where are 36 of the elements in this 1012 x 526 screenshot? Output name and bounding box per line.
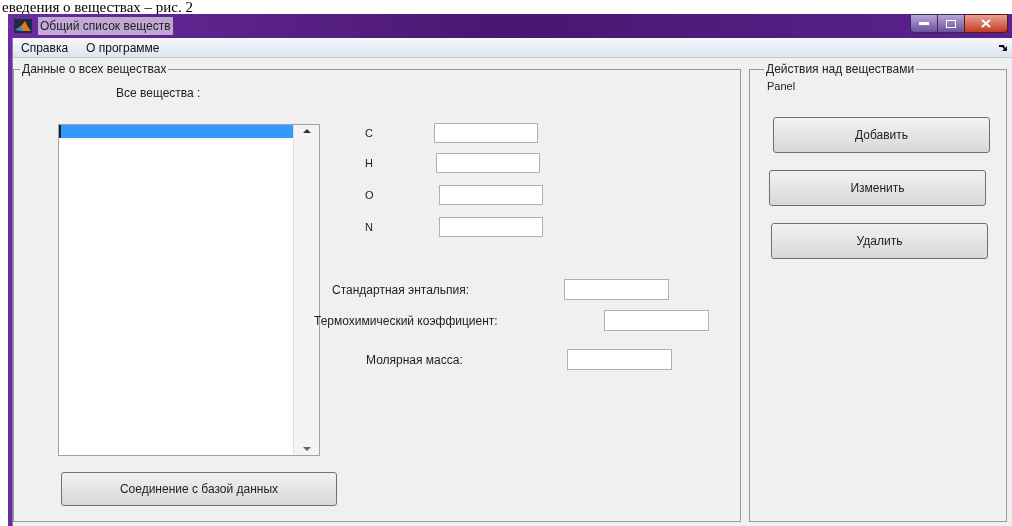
- panel-subtitle: Panel: [767, 79, 796, 94]
- input-field[interactable]: [564, 279, 669, 300]
- field-label: O: [365, 187, 375, 203]
- field-label: Стандартная энтальпия:: [332, 281, 471, 299]
- action-button[interactable]: Добавить: [773, 116, 990, 153]
- maximize-icon: [946, 19, 956, 28]
- close-button[interactable]: [964, 14, 1008, 33]
- field-label: C: [365, 125, 374, 141]
- field-label: Термохимический коэффициент:: [314, 312, 499, 330]
- panel-title: Действия над веществами: [765, 61, 916, 78]
- field-label: N: [365, 219, 374, 235]
- maximize-button[interactable]: [938, 14, 964, 33]
- peak-icon: [14, 19, 32, 33]
- input-field[interactable]: [439, 217, 543, 237]
- close-icon: [981, 19, 991, 28]
- minimize-icon: [919, 22, 929, 25]
- minimize-button[interactable]: [910, 14, 938, 33]
- list-label: Все вещества :: [116, 85, 201, 102]
- document-caption: еведения о веществах – рис. 2: [1, 0, 195, 14]
- window-title: Общий список веществ: [38, 17, 173, 35]
- input-field[interactable]: [567, 349, 672, 370]
- menu-item[interactable]: Справка: [21, 38, 69, 57]
- panel-title: Данные о всех веществах: [21, 61, 168, 78]
- field-label: Молярная масса:: [366, 351, 464, 369]
- field-label: H: [365, 155, 374, 171]
- connect-button[interactable]: Соединение с базой данных: [61, 472, 337, 506]
- down-arrow-icon[interactable]: [302, 447, 311, 451]
- action-button[interactable]: Удалить: [771, 222, 988, 259]
- action-button[interactable]: Изменить: [769, 169, 986, 206]
- input-field[interactable]: [439, 185, 543, 205]
- input-field[interactable]: [434, 123, 538, 143]
- up-arrow-icon[interactable]: [302, 129, 311, 133]
- input-field[interactable]: [436, 153, 540, 173]
- menu-item[interactable]: О программе: [86, 38, 160, 57]
- arrow-icon[interactable]: [999, 44, 1008, 51]
- input-field[interactable]: [604, 310, 709, 331]
